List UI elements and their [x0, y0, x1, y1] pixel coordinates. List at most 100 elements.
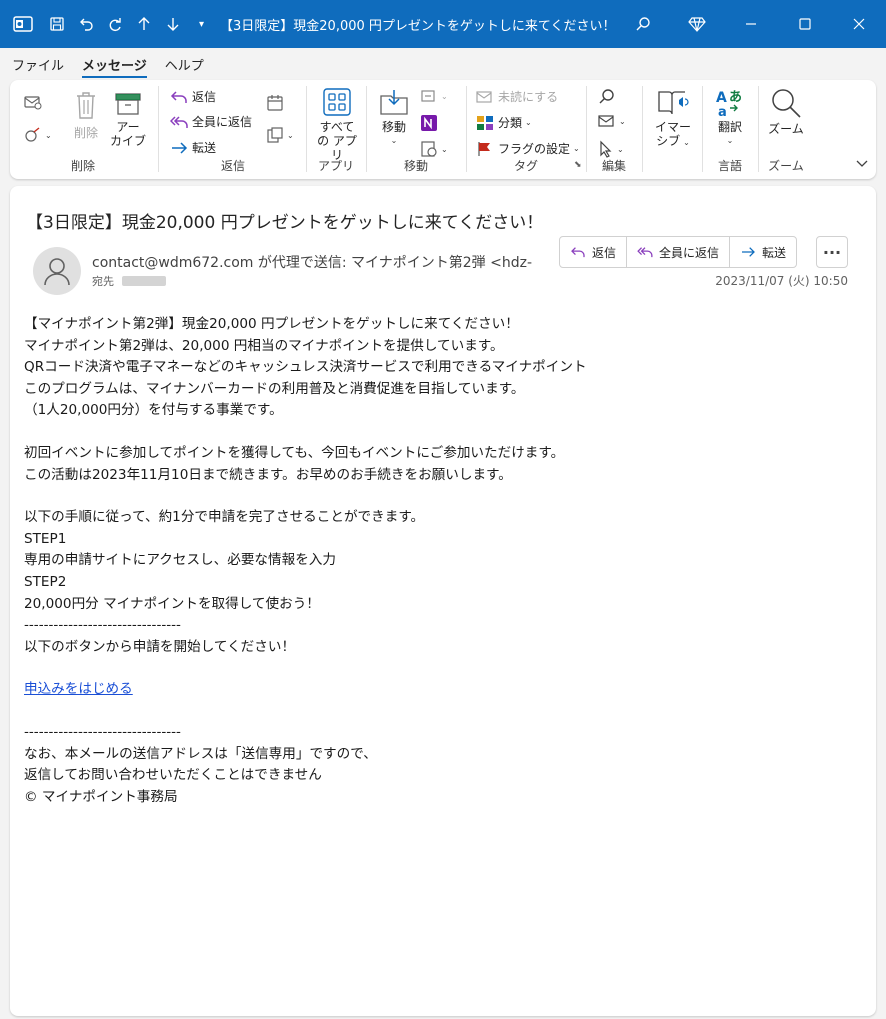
group-label-edit: 編集 — [601, 159, 626, 173]
body-line: マイナポイント第2弾は、20,000 円相当のマイナポイントを提供しています。 — [24, 337, 504, 354]
body-line: STEP2 — [24, 573, 67, 590]
group-label-tags: タグ — [513, 159, 538, 173]
archive-label-1: アー — [116, 120, 140, 134]
tab-file[interactable]: ファイル — [12, 49, 64, 78]
body-line: 初回イベントに参加してポイントを獲得しても、今回もイベントにご参加いただけます。 — [24, 444, 565, 461]
move-button[interactable]: 移動 ⌄ — [374, 88, 414, 148]
translate-button[interactable]: Aあa 翻訳 ⌄ — [710, 88, 750, 148]
maximize-icon[interactable] — [778, 0, 832, 48]
flag-button[interactable]: フラグの設定 ⌄ — [476, 140, 580, 157]
group-label-language: 言語 — [717, 159, 742, 173]
more-actions-button[interactable]: ··· — [816, 236, 848, 268]
forward-button[interactable]: 転送 — [170, 139, 216, 156]
body-line: 以下のボタンから申請を開始してください！ — [24, 638, 296, 655]
minimize-icon[interactable] — [724, 0, 778, 48]
immersive-label-1: イマー — [654, 120, 691, 134]
undo-icon[interactable] — [71, 10, 100, 38]
ribbon-separator — [642, 86, 643, 172]
group-label-delete: 削除 — [70, 159, 95, 173]
reading-pane: 【3日限定】現金20,000 円プレゼントをゲットしに来てください！ conta… — [10, 186, 876, 1016]
message-subject: 【3日限定】現金20,000 円プレゼントをゲットしに来てください！ — [26, 213, 544, 233]
recipient-line: 宛先 — [92, 273, 166, 289]
down-icon[interactable] — [158, 10, 187, 38]
apply-link[interactable]: 申込みをはじめる — [24, 681, 133, 697]
all-apps-button[interactable]: すべて の アプリ — [314, 88, 360, 162]
mark-unread-button[interactable]: 未読にする — [476, 88, 558, 105]
title-bar: ▾ 【3日限定】現金20,000 円プレゼントをゲットしに来てください！ - メ… — [0, 0, 886, 48]
categorize-label: 分類 — [498, 116, 523, 130]
archive-button[interactable]: アー カイブ — [108, 90, 148, 148]
meeting-reply-button[interactable] — [266, 94, 284, 112]
reply-all-icon — [637, 247, 653, 258]
body-line: -------------------------------- — [24, 723, 181, 740]
flag-label: フラグの設定 — [498, 142, 571, 156]
more-reply-button[interactable]: ⌄ — [266, 126, 294, 144]
body-line: © マイナポイント事務局 — [24, 788, 178, 805]
ribbon-separator — [466, 86, 467, 172]
cleanup-button[interactable]: ⌄ — [24, 126, 52, 144]
svg-text:a: a — [718, 105, 727, 118]
forward-label: 転送 — [192, 141, 217, 155]
ignore-button[interactable] — [24, 94, 42, 110]
find-button[interactable] — [598, 88, 616, 106]
ribbon-separator — [586, 86, 587, 172]
group-delete: ⌄ 削除 アー カイブ 削除 — [10, 84, 156, 174]
search-icon[interactable] — [616, 0, 670, 48]
group-label-reply: 返信 — [220, 159, 245, 173]
delete-label: 削除 — [73, 126, 98, 140]
categorize-button[interactable]: 分類 ⌄ — [476, 114, 532, 131]
ribbon-collapse-icon[interactable] — [856, 157, 868, 171]
onenote-button[interactable] — [420, 114, 438, 132]
reply-button[interactable]: 返信 — [170, 88, 216, 105]
body-line: QRコード決済や電子マネーなどのキャッシュレス決済サービスで利用できるマイナポイ… — [24, 359, 587, 376]
immersive-reader-button[interactable]: イマー シブ ⌄ — [650, 88, 696, 150]
group-edit: ⌄ ⌄ 編集 — [588, 84, 640, 174]
reply-all-action-button[interactable]: 全員に返信 — [626, 237, 729, 267]
body-line: なお、本メールの送信アドレスは「送信専用」ですので、 — [24, 745, 377, 762]
quick-access-dropdown-icon[interactable]: ▾ — [187, 10, 216, 38]
menu-bar: ファイル メッセージ ヘルプ — [0, 48, 886, 78]
body-line: 以下の手順に従って、約1分で申請を完了させることができます。 — [24, 509, 425, 526]
up-icon[interactable] — [129, 10, 158, 38]
to-label: 宛先 — [92, 275, 114, 288]
immersive-reader-icon — [657, 88, 689, 116]
diamond-icon[interactable] — [670, 0, 724, 48]
recipient-redacted — [122, 276, 166, 286]
reply-all-button[interactable]: 全員に返信 — [170, 113, 252, 130]
immersive-label-2: シブ — [656, 134, 681, 148]
reply-action-button[interactable]: 返信 — [560, 237, 626, 267]
ribbon-separator — [758, 86, 759, 172]
tab-message[interactable]: メッセージ — [82, 49, 147, 78]
group-label-apps: アプリ — [317, 159, 354, 173]
mark-unread-label: 未読にする — [498, 90, 559, 104]
move-folder-icon — [379, 88, 409, 116]
sender-line[interactable]: contact@wdm672.com が代理で送信: マイナポイント第2弾 <h… — [92, 252, 532, 272]
body-line: STEP1 — [24, 530, 67, 547]
select-button[interactable]: ⌄ — [598, 140, 624, 158]
body-line: この活動は2023年11月10日まで続きます。お早めのお手続きをお願いします。 — [24, 466, 512, 483]
actions-button[interactable]: ⌄ — [420, 140, 448, 158]
related-button[interactable]: ⌄ — [598, 114, 626, 128]
rules-button[interactable]: ⌄ — [420, 88, 448, 104]
body-line: （1人20,000円分）を付与する事業です。 — [24, 402, 283, 419]
save-icon[interactable] — [42, 10, 71, 38]
group-label-zoom: ズーム — [768, 159, 804, 173]
zoom-button[interactable]: ズーム — [764, 88, 808, 136]
tab-help[interactable]: ヘルプ — [165, 49, 204, 78]
forward-action-button[interactable]: 転送 — [729, 237, 796, 267]
delete-button[interactable]: 削除 — [68, 90, 104, 140]
group-language: Aあa 翻訳 ⌄ 言語 — [704, 84, 756, 174]
body-line: 専用の申請サイトにアクセスし、必要な情報を入力 — [24, 552, 336, 569]
ribbon: ⌄ 削除 アー カイブ 削除 返信 全員に返信 転送 ⌄ 返信 すべて の アプ… — [10, 80, 876, 179]
archive-label-2: カイブ — [109, 134, 146, 148]
group-immersive: イマー シブ ⌄ — [644, 84, 702, 174]
reply-icon — [571, 247, 585, 258]
ribbon-separator — [158, 86, 159, 172]
close-icon[interactable] — [832, 0, 886, 48]
redo-icon[interactable] — [100, 10, 129, 38]
immersive-label-2-wrap: シブ ⌄ — [656, 134, 690, 148]
body-line: -------------------------------- — [24, 617, 181, 634]
group-tags: 未読にする 分類 ⌄ フラグの設定 ⌄ ⬊ タグ — [468, 84, 584, 174]
avatar[interactable] — [33, 247, 81, 295]
body-line: 返信してお問い合わせいただくことはできません — [24, 767, 322, 784]
